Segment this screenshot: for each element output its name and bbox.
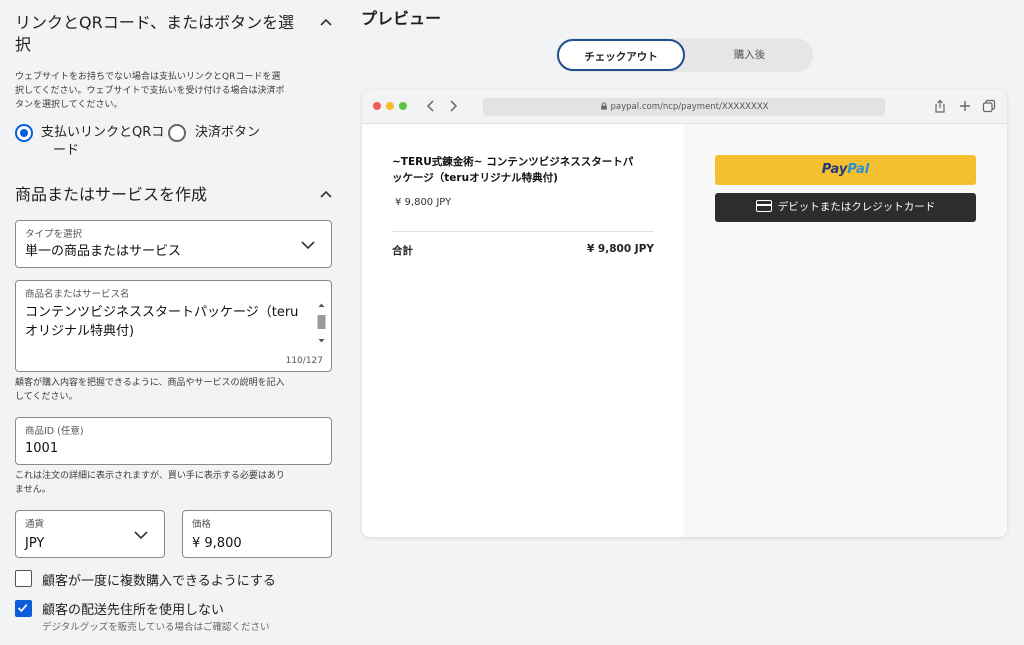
- chevron-up-icon[interactable]: [317, 14, 335, 32]
- type-select-label: タイプを選択: [25, 229, 83, 240]
- back-icon: [426, 100, 434, 112]
- no-shipping-label[interactable]: 顧客の配送先住所を使用しない: [42, 599, 224, 618]
- paypal-button[interactable]: PayPal: [715, 155, 976, 185]
- link-section-title: リンクとQRコード、またはボタンを選 択: [15, 13, 295, 54]
- type-select[interactable]: タイプを選択 単一の商品またはサービス: [15, 220, 332, 268]
- address-bar: paypal.com/ncp/payment/XXXXXXXX: [483, 98, 885, 116]
- close-dot: [373, 102, 381, 110]
- currency-label: 通貨: [25, 519, 45, 530]
- product-section-title: 商品またはサービスを作成: [15, 185, 208, 204]
- multi-quantity-checkbox[interactable]: [15, 570, 32, 587]
- minimize-dot: [386, 102, 394, 110]
- paypal-logo-pay: Pay: [821, 162, 848, 177]
- browser-preview: paypal.com/ncp/payment/XXXXXXXX ~TERU式錬金…: [362, 89, 1007, 537]
- chevron-down-icon: [301, 241, 315, 250]
- product-id-help: これは注文の詳細に表示されますが、買い手に表示する必要はあり ません。: [15, 471, 285, 495]
- currency-select[interactable]: 通貨 JPY: [15, 510, 165, 558]
- link-section-help: ウェブサイトをお持ちでない場合は支払いリンクとQRコードを選 択してください。ウ…: [15, 72, 285, 110]
- chevron-up-icon[interactable]: [317, 186, 335, 204]
- product-name-value: コンテンツビジネススタートパッケージ（teru オリジナル特典付): [25, 305, 299, 339]
- product-id-field[interactable]: 商品ID (任意) 1001: [15, 417, 332, 465]
- preview-tab-toggle: チェックアウト 購入後: [556, 38, 813, 72]
- paypal-logo-pal: Pal: [847, 162, 870, 177]
- url-text: paypal.com/ncp/payment/XXXXXXXX: [610, 102, 769, 112]
- card-payment-button[interactable]: デビットまたはクレジットカード: [715, 193, 976, 222]
- radio-payment-link-indicator[interactable]: [15, 124, 33, 142]
- link-type-radio-group: 支払いリンクとQRコ ード 決済ボタン: [15, 124, 260, 160]
- product-section-header[interactable]: 商品またはサービスを作成: [15, 184, 335, 206]
- radio-payment-button-label: 決済ボタン: [195, 125, 261, 140]
- product-id-value: 1001: [25, 441, 59, 456]
- radio-payment-button[interactable]: 決済ボタン: [168, 124, 260, 160]
- summary-divider: [392, 231, 654, 232]
- item-name: ~TERU式錬金術~ コンテンツビジネススタートパ ッケージ（teruオリジナル…: [392, 156, 634, 184]
- type-select-value: 単一の商品またはサービス: [25, 244, 182, 259]
- tab-after-purchase[interactable]: 購入後: [686, 38, 813, 72]
- product-id-label: 商品ID (任意): [25, 426, 84, 437]
- radio-payment-button-indicator[interactable]: [168, 124, 186, 142]
- item-price: ¥ 9,800 JPY: [395, 197, 452, 208]
- total-label: 合計: [392, 245, 413, 257]
- order-summary: ~TERU式錬金術~ コンテンツビジネススタートパ ッケージ（teruオリジナル…: [362, 124, 684, 537]
- payment-options: PayPal デビットまたはクレジットカード: [684, 124, 1007, 537]
- product-name-textarea[interactable]: 商品名またはサービス名 コンテンツビジネススタートパッケージ（teru オリジナ…: [15, 280, 332, 372]
- tab-checkout[interactable]: チェックアウト: [557, 39, 685, 71]
- credit-card-icon: [755, 200, 772, 212]
- radio-payment-link-label: 支払いリンクとQRコ ード: [41, 125, 165, 158]
- card-button-label: デビットまたはクレジットカード: [777, 201, 936, 213]
- price-field[interactable]: 価格 ¥ 9,800: [182, 510, 332, 558]
- link-section-header[interactable]: リンクとQRコード、またはボタンを選 択: [15, 12, 335, 56]
- lock-icon: [600, 102, 607, 110]
- multi-quantity-label[interactable]: 顧客が一度に複数購入できるようにする: [42, 570, 276, 589]
- maximize-dot: [399, 102, 407, 110]
- price-label: 価格: [192, 519, 212, 530]
- browser-toolbar: paypal.com/ncp/payment/XXXXXXXX: [362, 89, 1007, 124]
- settings-panel: リンクとQRコード、またはボタンを選 択 ウェブサイトをお持ちでない場合は支払い…: [0, 0, 345, 645]
- radio-payment-link[interactable]: 支払いリンクとQRコ ード: [15, 124, 171, 160]
- chevron-down-icon: [134, 531, 148, 540]
- share-icon: [935, 99, 945, 113]
- tabs-icon: [982, 99, 996, 113]
- product-name-label: 商品名またはサービス名: [25, 289, 130, 300]
- total-value: ¥ 9,800 JPY: [586, 243, 654, 255]
- product-name-help: 顧客が購入内容を把握できるように、商品やサービスの説明を記入 してください。: [15, 378, 285, 402]
- checkmark-icon: [17, 604, 28, 613]
- no-shipping-checkbox[interactable]: [15, 600, 32, 617]
- no-shipping-sublabel: デジタルグッズを販売している場合はご確認ください: [42, 622, 270, 633]
- new-tab-icon: [960, 101, 970, 111]
- price-value: ¥ 9,800: [192, 536, 242, 551]
- currency-value: JPY: [25, 536, 45, 551]
- textarea-scrollbar[interactable]: [316, 301, 327, 345]
- preview-title: プレビュー: [361, 9, 442, 28]
- forward-icon: [450, 100, 458, 112]
- char-counter: 110/127: [285, 356, 323, 366]
